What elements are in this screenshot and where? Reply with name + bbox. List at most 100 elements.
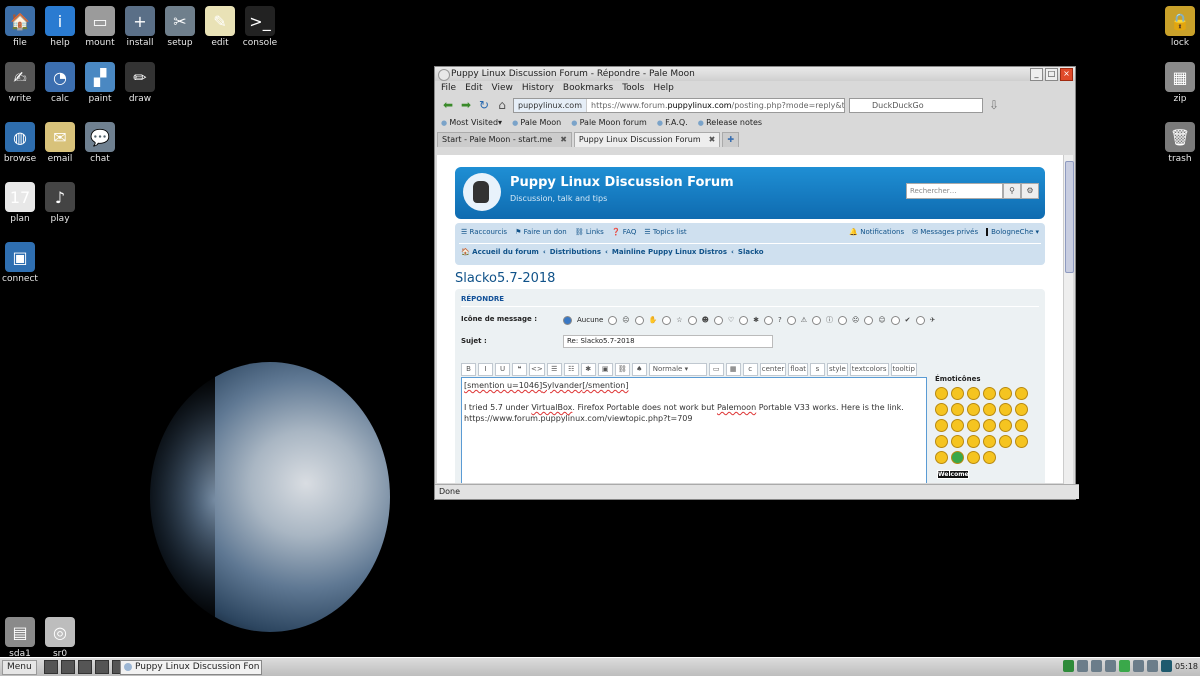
start-menu-button[interactable]: Menu [2, 660, 37, 675]
emoticon-icon[interactable] [967, 419, 980, 432]
icon-radio[interactable] [890, 315, 900, 325]
emoticon-icon[interactable] [967, 387, 980, 400]
icon-radio[interactable] [662, 315, 672, 325]
emoticon-icon[interactable] [951, 403, 964, 416]
breadcrumb-mainline[interactable]: Mainline Puppy Linux Distros [612, 248, 727, 256]
console-shortcut[interactable]: >_ console [235, 6, 285, 48]
nav-donate[interactable]: ⚑ Faire un don [515, 228, 567, 236]
vertical-scrollbar[interactable] [1063, 155, 1074, 485]
download-icon[interactable]: ⇩ [987, 98, 1001, 112]
nav-links[interactable]: ⛓ Links [575, 228, 604, 236]
monitor-icon[interactable] [1161, 660, 1172, 672]
terminal-icon[interactable] [78, 660, 92, 674]
gear-icon[interactable]: ⚙ [1021, 183, 1039, 199]
forum-logo[interactable] [463, 173, 501, 211]
maximize-button[interactable]: □ [1045, 68, 1058, 81]
menu-edit[interactable]: Edit [465, 81, 482, 95]
emoticon-icon[interactable] [983, 451, 996, 464]
emoticon-icon[interactable] [967, 451, 980, 464]
icon-radio[interactable] [812, 315, 822, 325]
firewall-icon[interactable] [1063, 660, 1074, 672]
emoticon-icon[interactable] [935, 419, 948, 432]
font-size-select[interactable]: Normale ▾ [648, 363, 707, 376]
forum-search-input[interactable]: Rechercher… [906, 183, 1003, 199]
files-icon[interactable] [95, 660, 109, 674]
emoticon-icon[interactable] [951, 419, 964, 432]
network-icon[interactable] [1133, 660, 1144, 672]
breadcrumb-distributions[interactable]: Distributions [550, 248, 601, 256]
forum-title[interactable]: Puppy Linux Discussion Forum [510, 175, 734, 190]
emoticon-icon[interactable] [983, 387, 996, 400]
play-shortcut[interactable]: ♪ play [35, 182, 85, 224]
icon-radio[interactable] [838, 315, 848, 325]
emoticon-icon[interactable] [951, 451, 964, 464]
emoticon-icon[interactable] [935, 451, 948, 464]
emoticon-icon[interactable] [999, 403, 1012, 416]
bbcode-button[interactable]: float [788, 363, 808, 376]
home-icon[interactable]: ⌂ [495, 98, 509, 112]
url-bar[interactable]: puppylinux.com https://www.forum.puppyli… [513, 97, 845, 113]
menu-view[interactable]: View [492, 81, 513, 95]
bbcode-button[interactable]: ☰ [546, 363, 562, 376]
breadcrumb-slacko[interactable]: Slacko [738, 248, 764, 256]
menu-tools[interactable]: Tools [622, 81, 644, 95]
message-editor[interactable]: [smention u=1046]Sylvander[/smention] I … [461, 377, 927, 483]
desktop-icon[interactable] [44, 660, 58, 674]
bbcode-button[interactable]: style [827, 363, 848, 376]
icon-radio[interactable] [713, 315, 723, 325]
bbcode-button[interactable]: ❝ [512, 363, 527, 376]
zip-shortcut[interactable]: ▦ zip [1155, 62, 1200, 104]
subject-input[interactable]: Re: Slacko5.7-2018 [563, 335, 773, 348]
bbcode-button[interactable]: ☷ [563, 363, 579, 376]
emoticon-icon[interactable] [983, 435, 996, 448]
bbcode-button[interactable]: I [478, 363, 493, 376]
bbcode-button[interactable]: ♠ [631, 363, 647, 376]
emoticon-icon[interactable] [999, 419, 1012, 432]
sr0-shortcut[interactable]: ◎ sr0 [35, 617, 85, 659]
clipboard-icon[interactable] [1105, 660, 1116, 672]
lock-shortcut[interactable]: 🔒 lock [1155, 6, 1200, 48]
emoticon-icon[interactable] [967, 403, 980, 416]
menu-help[interactable]: Help [653, 81, 674, 95]
nav-private-messages[interactable]: ✉ Messages privés [912, 228, 978, 236]
emoticon-icon[interactable] [951, 435, 964, 448]
search-icon[interactable]: ⚲ [1003, 183, 1021, 199]
bbcode-button[interactable]: ✱ [580, 363, 596, 376]
bookmark-pale-moon[interactable]: Pale Moon [512, 115, 561, 131]
nav-notifications[interactable]: 🔔 Notifications [849, 228, 904, 236]
icon-radio[interactable] [915, 315, 925, 325]
menu-file[interactable]: File [441, 81, 456, 95]
bbcode-button[interactable]: center [759, 363, 787, 376]
draw-shortcut[interactable]: ✏ draw [115, 62, 165, 104]
bbcode-button[interactable]: ▣ [597, 363, 613, 376]
bbcode-button[interactable]: ⛓ [614, 363, 630, 376]
bbcode-button[interactable]: ▭ [708, 363, 724, 376]
emoticon-icon[interactable] [999, 387, 1012, 400]
minimize-button[interactable]: _ [1030, 68, 1043, 81]
close-button[interactable]: × [1060, 68, 1073, 81]
icon-radio[interactable] [608, 315, 618, 325]
emoticon-icon[interactable] [983, 419, 996, 432]
close-tab-icon[interactable]: ✖ [709, 133, 716, 147]
welcome-smiley[interactable]: Welcome [937, 470, 969, 479]
browser-window[interactable]: Puppy Linux Discussion Forum - Répondre … [434, 66, 1079, 500]
tab-start[interactable]: Start - Pale Moon - start.me ✖ [437, 132, 572, 147]
menu-bookmarks[interactable]: Bookmarks [563, 81, 613, 95]
emoticon-icon[interactable] [935, 387, 948, 400]
bbcode-button[interactable]: ▦ [725, 363, 741, 376]
icon-radio[interactable] [687, 315, 697, 325]
bbcode-button[interactable]: tooltip [890, 363, 917, 376]
emoticon-icon[interactable] [935, 403, 948, 416]
chat-shortcut[interactable]: 💬 chat [75, 122, 125, 164]
bbcode-button[interactable]: c [742, 363, 758, 376]
icon-radio[interactable] [739, 315, 749, 325]
bbcode-button[interactable]: textcolors [849, 363, 889, 376]
emoticon-icon[interactable] [1015, 419, 1028, 432]
emoticon-icon[interactable] [983, 403, 996, 416]
volume-icon[interactable] [1077, 660, 1088, 672]
bookmark-pale-moon-forum[interactable]: Pale Moon forum [571, 115, 647, 131]
nav-shortcuts[interactable]: ☰ Raccourcis [461, 228, 507, 236]
emoticon-icon[interactable] [935, 435, 948, 448]
icon-radio[interactable] [864, 315, 874, 325]
back-icon[interactable]: ⬅ [441, 98, 455, 112]
